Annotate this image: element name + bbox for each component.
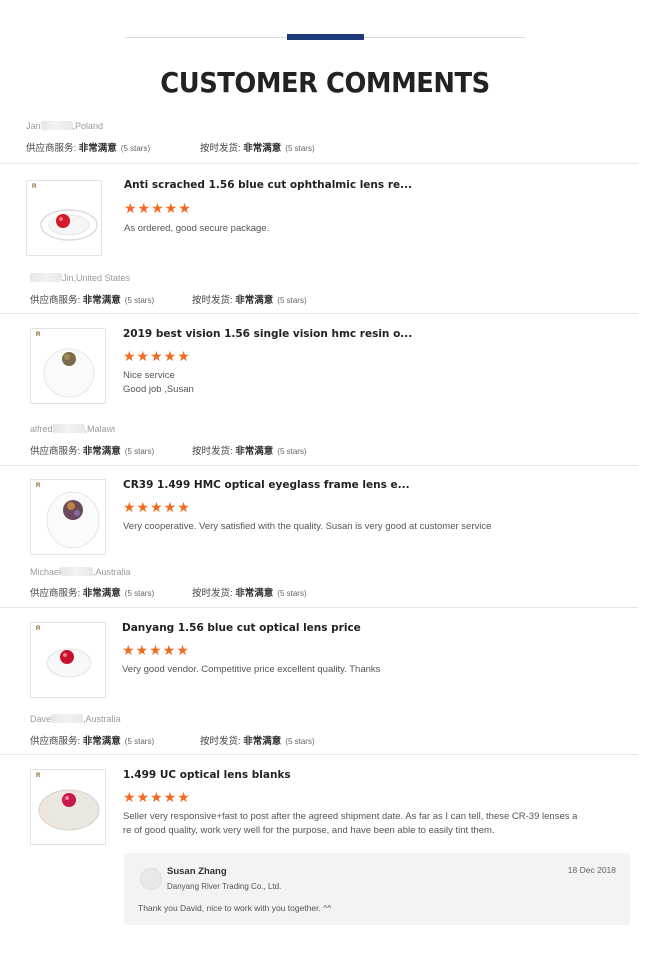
supplier-service-rating: 供应商服务: 非常满意 (5 stars) <box>30 295 155 306</box>
buyer-name: Jin,United States <box>30 273 130 283</box>
brand-logo-icon: R <box>36 626 41 632</box>
star-rating: ★★★★★ <box>124 200 192 216</box>
product-thumbnail[interactable]: R <box>30 622 106 698</box>
product-title-link[interactable]: Danyang 1.56 blue cut optical lens price <box>122 622 361 634</box>
on-time-delivery-rating: 按时发货: 非常满意 (5 stars) <box>192 446 307 457</box>
supplier-service-rating: 供应商服务: 非常满意 (5 stars) <box>30 446 155 457</box>
review-comment: Very good vendor. Competitive price exce… <box>122 664 381 675</box>
reply-author-name: Susan Zhang <box>167 866 227 877</box>
redacted-name <box>30 273 62 282</box>
product-thumbnail[interactable]: R <box>26 180 102 256</box>
product-thumbnail[interactable]: R <box>30 328 106 404</box>
supplier-service-rating: 供应商服务: 非常满意 (5 stars) <box>30 588 155 599</box>
redacted-name <box>51 714 84 723</box>
star-rating: ★★★★★ <box>123 789 191 805</box>
review-comment: Nice service Good job ,Susan <box>123 370 194 395</box>
star-rating: ★★★★★ <box>123 499 191 515</box>
avatar <box>140 868 162 890</box>
review-comment: Very cooperative. Very satisfied with th… <box>123 521 492 532</box>
brand-logo-icon: R <box>32 184 37 190</box>
reply-date: 18 Dec 2018 <box>567 865 616 875</box>
lens-image-icon <box>46 648 92 678</box>
product-thumbnail[interactable]: R <box>30 479 106 555</box>
page-title: CUSTOMER COMMENTS <box>160 66 490 99</box>
divider <box>0 754 638 755</box>
reply-text: Thank you David, nice to work with you t… <box>138 903 332 913</box>
buyer-name: Dave ,Australia <box>30 714 121 724</box>
on-time-delivery-rating: 按时发货: 非常满意 (5 stars) <box>200 736 315 747</box>
buyer-name: Jan ,Poland <box>26 121 104 131</box>
lens-image-icon <box>43 348 95 398</box>
lens-image-icon <box>40 209 98 241</box>
buyer-name: Michael ,Australia <box>30 567 131 577</box>
on-time-delivery-rating: 按时发货: 非常满意 (5 stars) <box>192 588 307 599</box>
on-time-delivery-rating: 按时发货: 非常满意 (5 stars) <box>200 143 315 154</box>
buyer-name: alfred ,Malawi <box>30 424 116 434</box>
redacted-name <box>40 121 73 130</box>
product-title-link[interactable]: CR39 1.499 HMC optical eyeglass frame le… <box>123 479 410 491</box>
on-time-delivery-rating: 按时发货: 非常满意 (5 stars) <box>192 295 307 306</box>
divider <box>0 465 638 466</box>
brand-logo-icon: R <box>36 773 41 779</box>
review-comment: Seller very responsive+fast to post afte… <box>123 811 578 836</box>
review-comment: As ordered, good secure package. <box>124 223 270 234</box>
redacted-name <box>52 424 85 433</box>
header-accent-bar <box>287 34 364 40</box>
lens-image-icon <box>38 789 100 831</box>
star-rating: ★★★★★ <box>122 642 190 658</box>
redacted-name <box>61 567 94 576</box>
product-title-link[interactable]: 1.499 UC optical lens blanks <box>123 769 291 781</box>
divider <box>0 607 638 608</box>
supplier-reply-card: Susan Zhang Danyang River Trading Co., L… <box>124 853 630 925</box>
brand-logo-icon: R <box>36 332 41 338</box>
reply-company-name: Danyang River Trading Co., Ltd. <box>167 882 282 891</box>
divider <box>0 163 638 164</box>
product-title-link[interactable]: 2019 best vision 1.56 single vision hmc … <box>123 328 412 340</box>
supplier-service-rating: 供应商服务: 非常满意 (5 stars) <box>26 143 151 154</box>
brand-logo-icon: R <box>36 483 41 489</box>
divider <box>0 313 638 314</box>
supplier-service-rating: 供应商服务: 非常满意 (5 stars) <box>30 736 155 747</box>
lens-image-icon <box>46 491 100 549</box>
product-title-link[interactable]: Anti scrached 1.56 blue cut ophthalmic l… <box>124 179 412 191</box>
product-thumbnail[interactable]: R <box>30 769 106 845</box>
star-rating: ★★★★★ <box>123 348 191 364</box>
